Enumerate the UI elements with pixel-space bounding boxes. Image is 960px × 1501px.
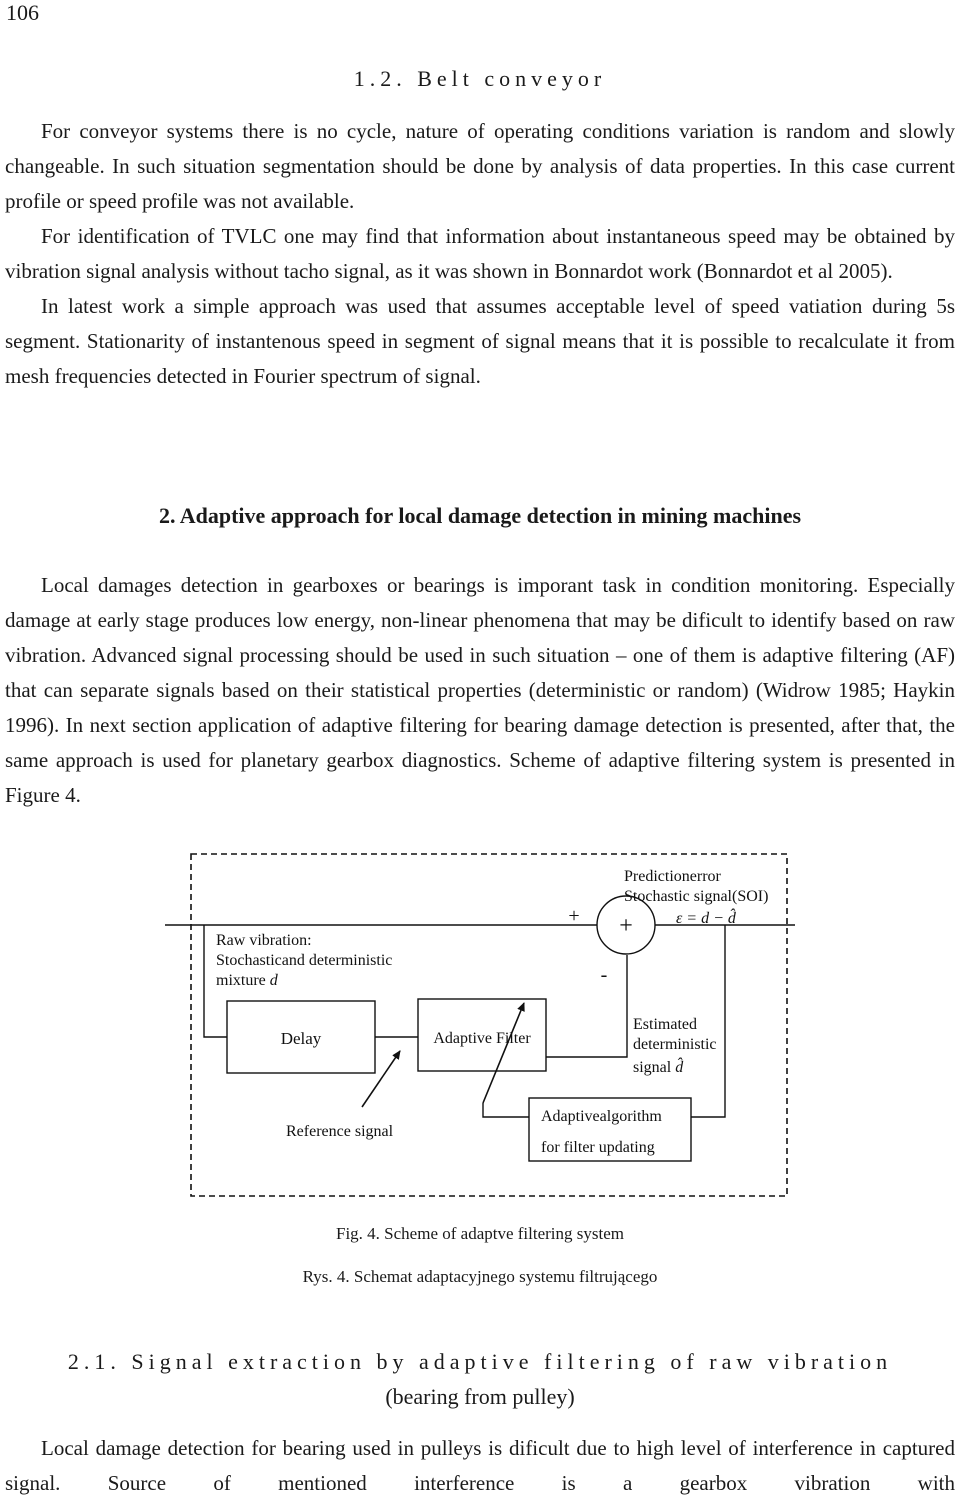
paragraph: Local damages detection in gearboxes or … — [5, 573, 955, 807]
paragraph: For conveyor systems there is no cycle, … — [5, 119, 955, 213]
estimated-label-line-2: deterministic — [633, 1036, 717, 1053]
estimated-label-line-3: signal d̂ — [633, 1057, 684, 1076]
delay-label: Delay — [281, 1029, 322, 1048]
reference-signal-label: Reference signal — [286, 1123, 394, 1140]
raw-vibration-label-line-1: Raw vibration: — [216, 932, 312, 949]
prediction-error-label-line-1: Predictionerror — [624, 868, 722, 885]
estimated-var: d̂ — [675, 1057, 684, 1076]
section-1-2-body: For conveyor systems there is no cycle, … — [5, 114, 955, 394]
algorithm-label-line-1: Adaptivealgorithm — [541, 1108, 662, 1125]
figure-caption-en: Fig. 4. Scheme of adaptve filtering syst… — [336, 1224, 624, 1243]
section-2-1-body: Local damage detection for bearing used … — [5, 1431, 955, 1501]
page-number: 106 — [6, 0, 39, 25]
figure-caption-pl: Rys. 4. Schemat adaptacyjnego systemu fi… — [302, 1267, 658, 1286]
paragraph: Local damage detection for bearing used … — [5, 1436, 955, 1495]
update-line — [482, 1103, 529, 1118]
estimated-signal-line — [546, 955, 628, 1058]
paragraph: For identification of TVLC one may find … — [5, 224, 955, 283]
adaptive-filtering-diagram: Delay Adaptive Filter + + - Adaptivealgo… — [165, 853, 795, 1197]
estimated-text: signal — [633, 1059, 675, 1076]
adaptive-filter-label: Adaptive Filter — [433, 1030, 531, 1047]
summer-plus-icon: + — [619, 913, 633, 939]
section-heading-1-2: 1.2. Belt conveyor — [353, 66, 607, 91]
section-2-body: Local damages detection in gearboxes or … — [5, 568, 955, 813]
raw-vibration-var: d — [270, 972, 279, 989]
raw-vibration-label-line-3: mixture d — [216, 972, 279, 989]
section-subheading-2-1: (bearing from pulley) — [385, 1384, 575, 1409]
algorithm-label-line-2: for filter updating — [541, 1139, 655, 1156]
prediction-error-label-line-2: Stochastic signal(SOI) — [624, 888, 768, 905]
section-heading-2: 2. Adaptive approach for local damage de… — [158, 503, 802, 528]
raw-vibration-text: mixture — [216, 972, 270, 989]
error-equation: ε = d − d̂ — [676, 908, 737, 927]
section-heading-2-1: 2.1. Signal extraction by adaptive filte… — [67, 1349, 893, 1374]
plus-sign: + — [568, 905, 579, 927]
paragraph: In latest work a simple approach was use… — [5, 294, 955, 388]
raw-vibration-label-line-2: Stochasticand deterministic — [216, 952, 392, 969]
minus-sign: - — [601, 964, 608, 986]
estimated-label-line-1: Estimated — [633, 1016, 697, 1033]
